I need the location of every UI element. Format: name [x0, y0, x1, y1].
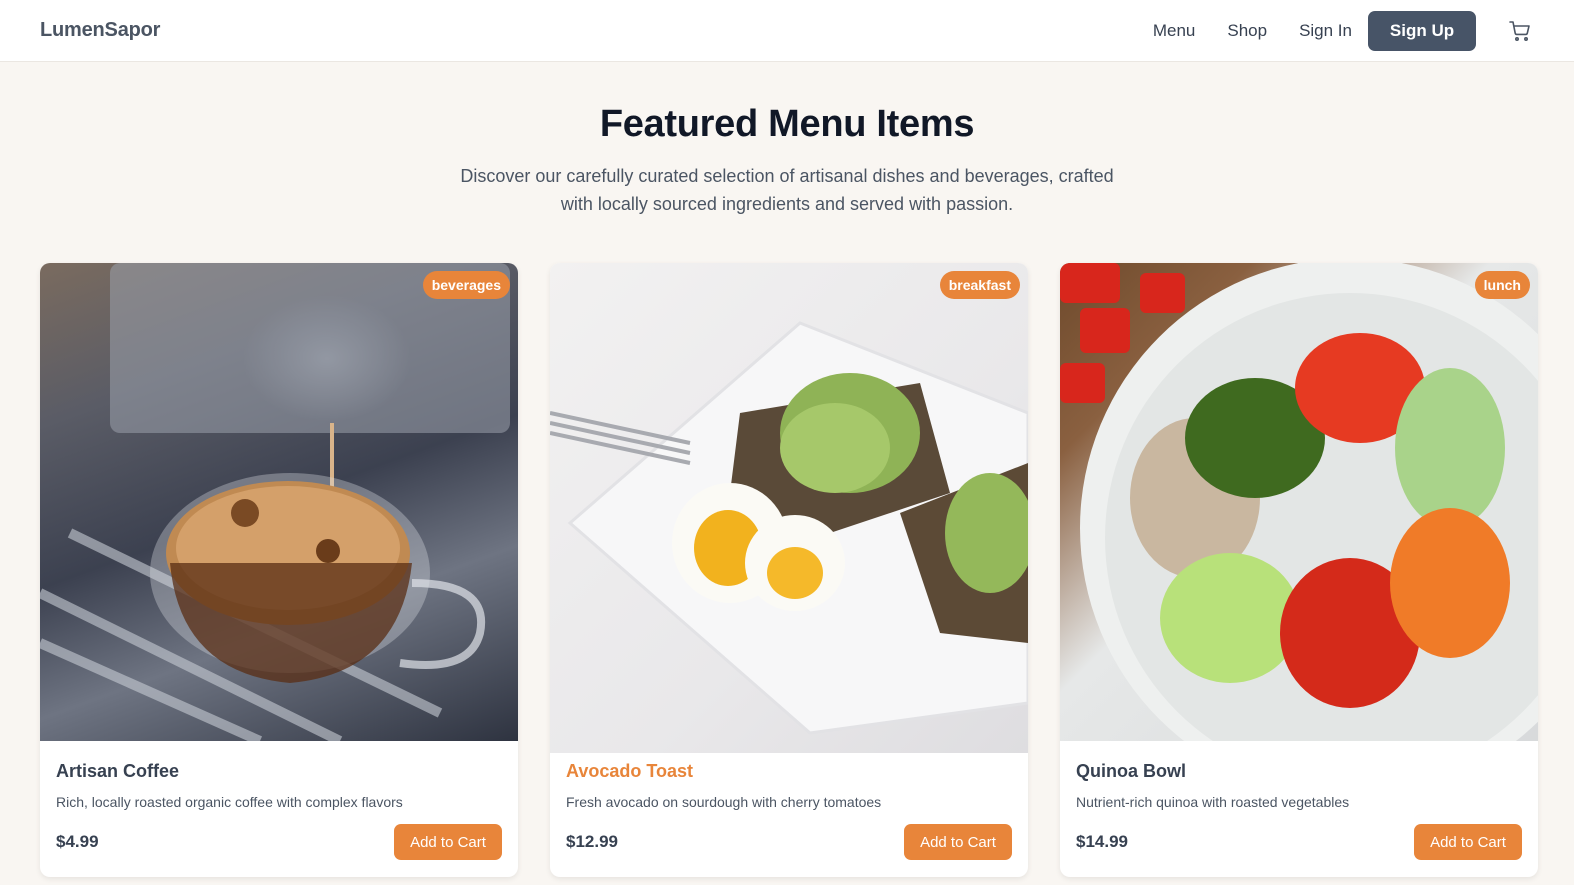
item-description: Fresh avocado on sourdough with cherry t… [566, 794, 882, 810]
sign-up-button[interactable]: Sign Up [1368, 10, 1476, 51]
item-description: Nutrient-rich quinoa with roasted vegeta… [1076, 794, 1350, 810]
item-name[interactable]: Artisan Coffee [56, 759, 502, 783]
item-description: Rich, locally roasted organic coffee wit… [56, 794, 403, 810]
item-name[interactable]: Avocado Toast [566, 759, 1012, 783]
card-footer: $12.99 Add to Cart [566, 824, 1012, 860]
cart-icon [1509, 20, 1530, 41]
nav-link-shop[interactable]: Shop [1227, 21, 1267, 41]
avocado-toast-illustration [550, 321, 1028, 735]
nav-link-sign-in[interactable]: Sign In [1299, 21, 1352, 41]
nav-links: Menu Shop Sign In Sign Up [1153, 10, 1534, 51]
menu-card-quinoa-bowl: lunch Quinoa Bowl Nutrient-rich quinoa w… [1060, 263, 1538, 877]
card-footer: $4.99 Add to Cart [56, 824, 502, 860]
item-price: $12.99 [566, 832, 618, 851]
cart-button[interactable] [1506, 17, 1534, 45]
product-image-quinoa-bowl[interactable]: lunch [1060, 263, 1538, 741]
card-body: Avocado Toast Fresh avocado on sourdough… [550, 753, 1028, 860]
category-badge: beverages [422, 271, 510, 299]
menu-card-avocado-toast: breakfast Avocado Toast Fresh avocado on… [550, 263, 1028, 877]
quinoa-bowl-illustration [1060, 263, 1538, 741]
coffee-illustration [40, 263, 510, 741]
item-name[interactable]: Quinoa Bowl [1076, 759, 1522, 783]
category-badge: breakfast [939, 271, 1020, 299]
add-to-cart-button[interactable]: Add to Cart [1414, 824, 1522, 860]
category-badge: lunch [1474, 271, 1530, 299]
menu-card-artisan-coffee: beverages Artisan Coffee Rich, locally r… [40, 263, 518, 877]
menu-grid: beverages Artisan Coffee Rich, locally r… [40, 263, 1538, 877]
product-image-avocado-toast[interactable]: breakfast [550, 263, 1028, 753]
card-body: Quinoa Bowl Nutrient-rich quinoa with ro… [1060, 741, 1538, 860]
card-footer: $14.99 Add to Cart [1076, 824, 1522, 860]
card-body: Artisan Coffee Rich, locally roasted org… [40, 741, 518, 860]
page-title: Featured Menu Items [599, 103, 975, 145]
item-price: $4.99 [56, 832, 99, 851]
navbar: LumenSapor Menu Shop Sign In Sign Up [0, 0, 1574, 62]
add-to-cart-button[interactable]: Add to Cart [904, 824, 1012, 860]
hero-section: Featured Menu Items Discover our careful… [0, 62, 1574, 218]
add-to-cart-button[interactable]: Add to Cart [394, 824, 502, 860]
item-price: $14.99 [1076, 832, 1128, 851]
page-subtitle: Discover our carefully curated selection… [460, 166, 1114, 214]
product-image-coffee[interactable]: beverages [40, 263, 518, 741]
brand-logo[interactable]: LumenSapor [40, 19, 160, 42]
nav-link-menu[interactable]: Menu [1153, 21, 1196, 41]
